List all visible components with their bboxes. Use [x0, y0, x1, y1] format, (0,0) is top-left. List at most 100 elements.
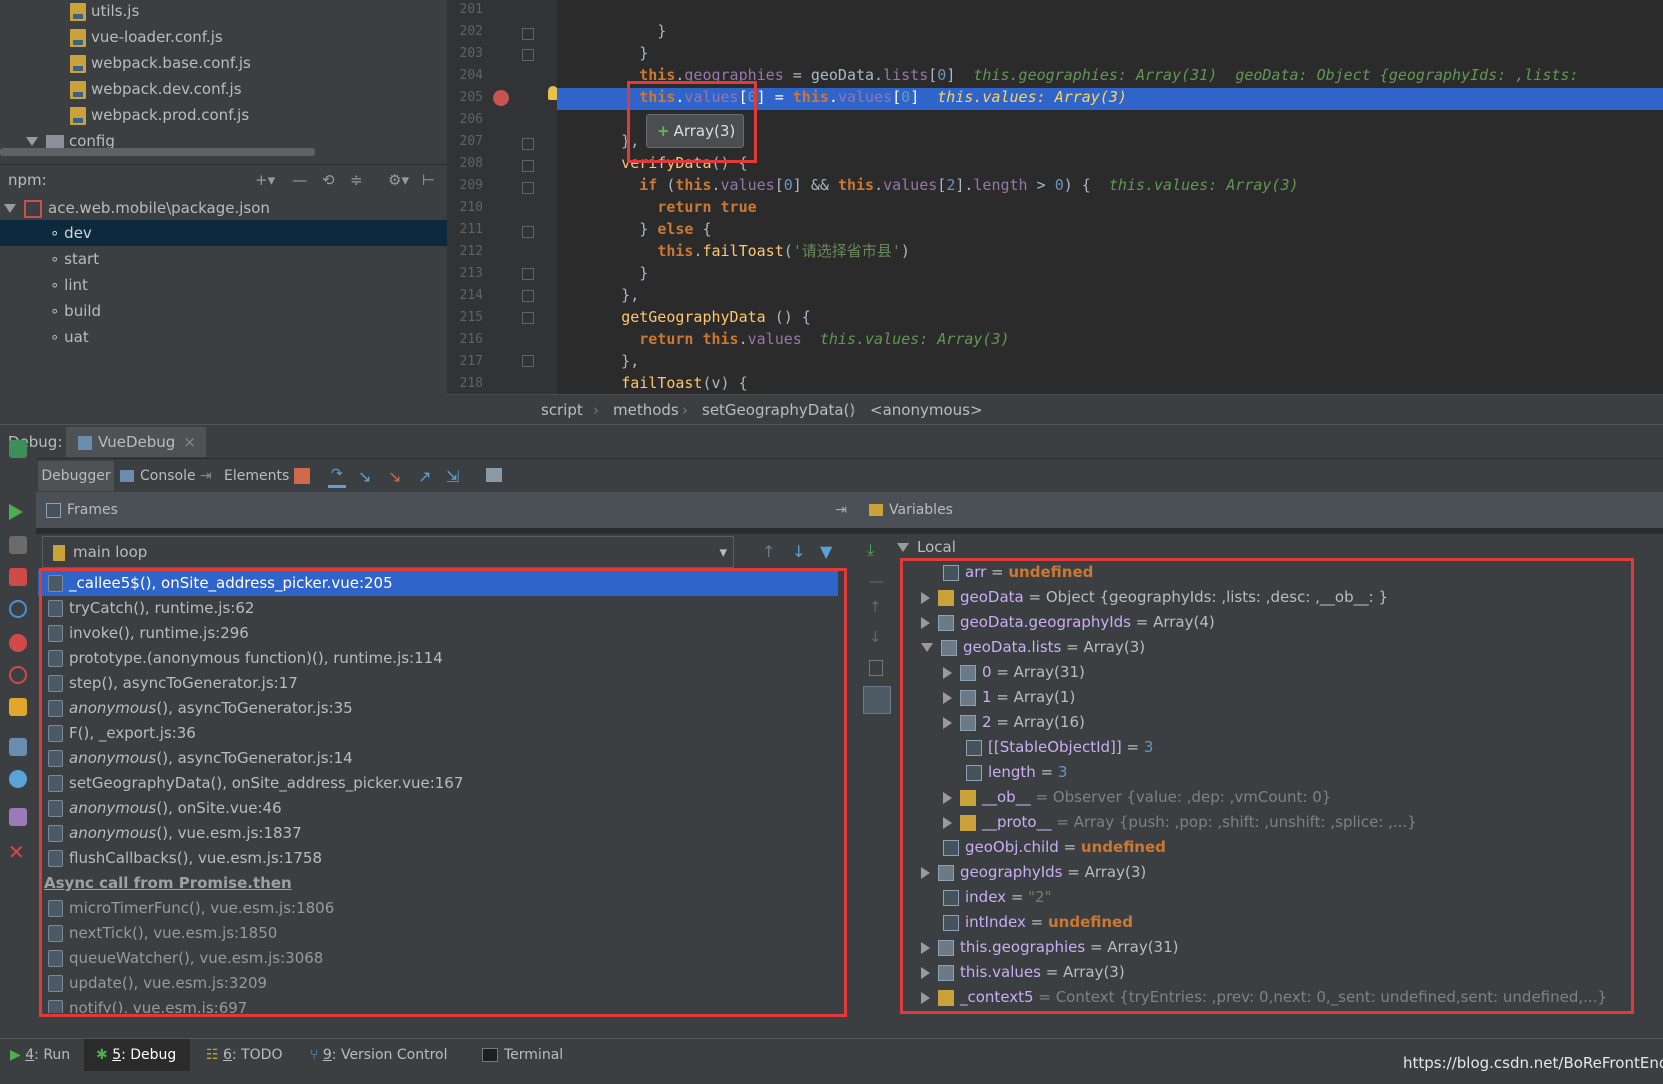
rerun-icon[interactable]	[9, 440, 27, 458]
code-editor[interactable]: 201 202 203 204 205 206 207 208 209 210 …	[447, 0, 1663, 394]
pin-icon[interactable]: ⊢	[422, 165, 435, 195]
js-file-icon	[70, 54, 86, 73]
npm-script-item[interactable]: ∘ uat	[50, 324, 89, 350]
file-item[interactable]: webpack.prod.conf.js	[70, 102, 249, 128]
pin-icon[interactable]: ⇥	[835, 492, 847, 528]
tab-debugger[interactable]: Debugger	[38, 461, 114, 491]
force-step-into-icon[interactable]: ↘	[388, 467, 401, 486]
file-item[interactable]: webpack.dev.conf.js	[70, 76, 242, 102]
stop-icon[interactable]	[9, 568, 27, 586]
highlight-box	[627, 81, 757, 163]
step-into-icon[interactable]: ↘	[358, 467, 371, 486]
editor-gutter[interactable]: 201 202 203 204 205 206 207 208 209 210 …	[447, 0, 558, 394]
view-breakpoints-icon[interactable]	[9, 634, 27, 652]
bug-icon: ✱	[96, 1047, 108, 1063]
line-number: 212	[459, 244, 483, 259]
debug-tool-button[interactable]: ✱ 5: Debug	[96, 1039, 176, 1071]
step-out-icon[interactable]: ↗	[418, 467, 431, 486]
refresh-icon[interactable]: ⟲	[322, 165, 335, 195]
fold-icon[interactable]	[522, 160, 534, 172]
down-arrow-icon[interactable]: ↓	[792, 542, 805, 561]
up-arrow-icon[interactable]: ↑	[762, 542, 775, 561]
breadcrumb-item[interactable]: <anonymous>	[870, 395, 983, 425]
file-item[interactable]: webpack.base.conf.js	[70, 50, 251, 76]
terminal-button[interactable]: Terminal	[482, 1039, 563, 1071]
code-line: } else {	[567, 220, 712, 238]
folder-icon	[46, 134, 64, 149]
close-icon[interactable]: ×	[183, 433, 196, 451]
step-over-icon[interactable]: ↷	[328, 467, 346, 488]
evaluate-expression-icon[interactable]	[486, 468, 502, 482]
console-icon	[120, 470, 134, 482]
string-literal: '请选择省市县'	[792, 242, 901, 260]
npm-script-item[interactable]: ∘ start	[50, 246, 99, 272]
settings-gear-icon[interactable]	[9, 770, 27, 788]
remove-icon[interactable]: —	[292, 165, 307, 195]
filter-icon[interactable]: ▼	[820, 542, 832, 561]
pause-icon[interactable]	[9, 536, 27, 554]
vue-debug-icon	[78, 435, 92, 450]
highlight-box	[900, 558, 1634, 1014]
copy-icon[interactable]	[869, 660, 883, 676]
move-down-icon[interactable]: ↓	[869, 628, 882, 646]
thread-select[interactable]: main loop ▾	[42, 536, 734, 568]
tab-console[interactable]: Console ⇥	[120, 461, 212, 491]
move-up-icon[interactable]: ↑	[869, 598, 882, 616]
code-line: }	[567, 44, 649, 62]
expand-icon[interactable]	[897, 543, 909, 552]
remove-watch-icon[interactable]: —	[869, 572, 884, 590]
inline-value: this.values: Array(3)	[819, 330, 1010, 348]
debug-config-tab[interactable]: VueDebug ×	[66, 427, 206, 457]
fold-icon[interactable]	[522, 355, 534, 367]
new-watch-icon[interactable]: ⤓	[867, 540, 874, 560]
scope-local[interactable]: Local	[897, 534, 956, 560]
run-to-cursor-icon[interactable]: ⇲	[446, 467, 459, 486]
fold-icon[interactable]	[522, 226, 534, 238]
fold-icon[interactable]	[522, 138, 534, 150]
todo-tool-button[interactable]: ☷ 6: TODO	[206, 1039, 282, 1071]
package-item[interactable]: ace.web.mobile\package.json	[0, 195, 270, 221]
line-number: 202	[459, 24, 483, 39]
lightning-icon[interactable]	[9, 698, 27, 716]
run-icon: ▶	[10, 1047, 21, 1063]
close-debug-icon[interactable]: ✕	[8, 840, 25, 864]
show-watches-icon[interactable]	[863, 686, 891, 714]
breadcrumb-item[interactable]: methods	[613, 395, 679, 425]
breadcrumb: script › methods › setGeographyData() › …	[447, 394, 1663, 425]
expand-icon[interactable]	[26, 137, 38, 146]
thread-icon	[53, 544, 65, 561]
layout-icon[interactable]	[9, 738, 27, 756]
code-line: return true	[657, 198, 757, 216]
code-area[interactable]: } } this.geographies = geoData.lists[0] …	[567, 0, 1657, 394]
collapse-icon[interactable]: ≑	[350, 165, 363, 195]
fold-icon[interactable]	[522, 49, 534, 61]
fold-icon[interactable]	[522, 182, 534, 194]
file-item[interactable]: vue-loader.conf.js	[70, 24, 223, 50]
fold-icon[interactable]	[522, 290, 534, 302]
expand-icon[interactable]	[4, 204, 16, 213]
npm-script-item[interactable]: ∘ lint	[50, 272, 88, 298]
gear-icon[interactable]: ⚙▾	[388, 165, 409, 195]
version-control-button[interactable]: ⑂ 9: Version Control	[310, 1039, 448, 1071]
restart-icon[interactable]	[9, 600, 27, 618]
resume-icon[interactable]	[9, 504, 23, 520]
show-execution-point-icon[interactable]	[294, 468, 310, 484]
pin-tab-icon[interactable]	[9, 808, 27, 826]
fold-icon[interactable]	[522, 28, 534, 40]
code-line: this.failToast('请选择省市县')	[657, 242, 910, 260]
npm-script-item[interactable]: ∘ dev	[50, 220, 92, 246]
run-tool-button[interactable]: ▶ 4: Run	[10, 1039, 70, 1071]
breadcrumb-item[interactable]: script	[541, 395, 583, 425]
breakpoint-icon[interactable]	[493, 90, 509, 106]
fold-icon[interactable]	[522, 268, 534, 280]
code-line: failToast(v) {	[621, 374, 748, 392]
add-icon[interactable]: +▾	[255, 165, 275, 195]
tab-elements[interactable]: Elements	[224, 461, 289, 491]
file-item[interactable]: utils.js	[70, 0, 139, 24]
horizontal-scrollbar[interactable]	[0, 148, 315, 156]
mute-breakpoints-icon[interactable]	[9, 666, 27, 684]
breadcrumb-item[interactable]: setGeographyData()	[702, 395, 855, 425]
npm-script-item[interactable]: ∘ build	[50, 298, 101, 324]
fold-icon[interactable]	[522, 312, 534, 324]
chevron-down-icon[interactable]: ▾	[719, 537, 727, 567]
